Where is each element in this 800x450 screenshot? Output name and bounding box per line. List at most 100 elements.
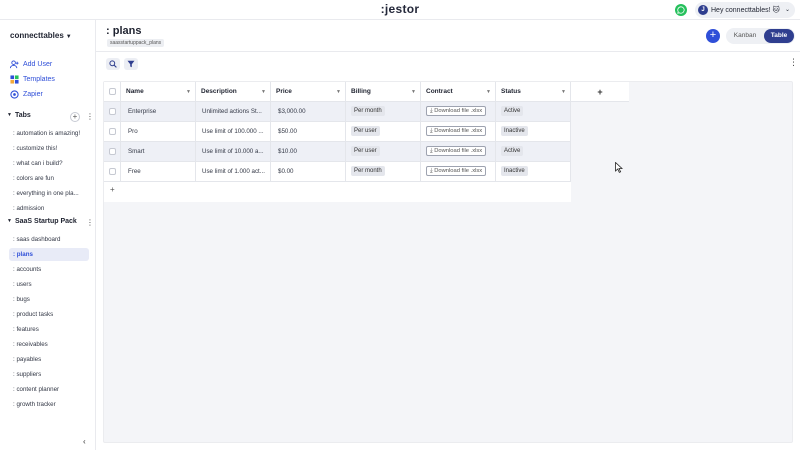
- cell-name[interactable]: Smart: [121, 142, 196, 162]
- column-header-contract[interactable]: Contract ▼: [421, 82, 496, 102]
- cell-billing[interactable]: Per month: [346, 102, 421, 122]
- column-header-price[interactable]: Price ▼: [271, 82, 346, 102]
- cell-name[interactable]: Pro: [121, 122, 196, 142]
- cell-billing[interactable]: Per user: [346, 122, 421, 142]
- table-area: Name ▼ Description ▼ Price ▼ Billing ▼ Contr…: [103, 81, 793, 443]
- sidebar-item-saas-dashboard[interactable]: : saas dashboard: [9, 233, 89, 246]
- chevron-down-icon[interactable]: ▼: [261, 82, 266, 102]
- filter-button[interactable]: [124, 58, 138, 70]
- chevron-down-icon[interactable]: ▼: [186, 82, 191, 102]
- view-toggle: Kanban Table: [726, 28, 795, 44]
- row-select-cell: [104, 122, 121, 142]
- table-row[interactable]: Free Use limit of 1.000 act... $0.00 Per…: [104, 162, 571, 182]
- sidebar-item-admission[interactable]: : admission: [9, 202, 89, 215]
- sidebar-item-what-can-i-build[interactable]: : what can i build?: [9, 157, 89, 170]
- breadcrumb: saasstartuppack_plans: [107, 39, 165, 47]
- page-title: : plans: [106, 25, 142, 37]
- whatsapp-icon[interactable]: [675, 4, 687, 16]
- cell-billing[interactable]: Per user: [346, 142, 421, 162]
- chevron-down-icon[interactable]: ▼: [336, 82, 341, 102]
- sidebar-item-payables[interactable]: : payables: [9, 353, 89, 366]
- sidebar-item-accounts[interactable]: : accounts: [9, 263, 89, 276]
- tabs-section-header[interactable]: ▼ Tabs: [7, 112, 31, 122]
- search-icon: [109, 60, 117, 68]
- cell-billing[interactable]: Per month: [346, 162, 421, 182]
- sidebar-item-users[interactable]: : users: [9, 278, 89, 291]
- chevron-down-icon[interactable]: ▼: [486, 82, 491, 102]
- cell-status[interactable]: Inactive: [496, 122, 571, 142]
- table-row[interactable]: Pro Use limit of 100.000 ... $50.00 Per …: [104, 122, 571, 142]
- billing-tag: Per month: [351, 106, 385, 117]
- sidebar-item-automation[interactable]: : automation is amazing!: [9, 127, 89, 140]
- download-file-button[interactable]: ⤓ Download file .xlsx: [426, 126, 487, 137]
- collapse-sidebar-icon[interactable]: ‹: [83, 437, 86, 446]
- table-view-button[interactable]: Table: [764, 29, 794, 43]
- column-header-status[interactable]: Status ▼: [496, 82, 571, 102]
- row-checkbox[interactable]: [109, 168, 116, 175]
- cell-description[interactable]: Unlimited actions St...: [196, 102, 271, 122]
- download-file-button[interactable]: ⤓ Download file .xlsx: [426, 166, 487, 177]
- sidebar-item-receivables[interactable]: : receivables: [9, 338, 89, 351]
- cell-description[interactable]: Use limit of 1.000 act...: [196, 162, 271, 182]
- pack-section-header[interactable]: ▼ SaaS Startup Pack: [7, 218, 77, 228]
- sidebar-item-product-tasks[interactable]: : product tasks: [9, 308, 89, 321]
- zapier-link[interactable]: Zapier: [10, 90, 43, 101]
- user-menu[interactable]: J Hey connecttables! 🐱 ⌄: [695, 2, 795, 18]
- add-tab-button[interactable]: +: [70, 112, 80, 122]
- cell-status[interactable]: Active: [496, 102, 571, 122]
- caret-down-icon: ▼: [7, 218, 12, 225]
- add-column-button[interactable]: +: [571, 82, 629, 102]
- cell-price[interactable]: $3,000.00: [271, 102, 346, 122]
- table-row[interactable]: Smart Use limit of 10.000 a... $10.00 Pe…: [104, 142, 571, 162]
- column-header-name[interactable]: Name ▼: [121, 82, 196, 102]
- sidebar: connecttables ▼ Add User Templates Zapier…: [0, 20, 96, 450]
- zapier-icon: [10, 90, 19, 99]
- sidebar-item-plans[interactable]: : plans: [9, 248, 89, 261]
- row-checkbox[interactable]: [109, 148, 116, 155]
- workspace-selector[interactable]: connecttables ▼: [10, 31, 72, 40]
- add-user-link[interactable]: Add User: [10, 60, 52, 71]
- billing-tag: Per month: [351, 166, 385, 177]
- sidebar-item-suppliers[interactable]: : suppliers: [9, 368, 89, 381]
- sidebar-item-everything[interactable]: : everything in one pla...: [9, 187, 89, 200]
- more-options-icon[interactable]: ⋮: [86, 218, 94, 228]
- sidebar-item-content-planner[interactable]: : content planner: [9, 383, 89, 396]
- add-record-button[interactable]: +: [706, 29, 720, 43]
- cell-contract: ⤓ Download file .xlsx: [421, 142, 496, 162]
- row-checkbox[interactable]: [109, 108, 116, 115]
- sidebar-item-customize[interactable]: : customize this!: [9, 142, 89, 155]
- cell-price[interactable]: $0.00: [271, 162, 346, 182]
- cell-name[interactable]: Enterprise: [121, 102, 196, 122]
- filter-icon: [127, 60, 135, 68]
- sidebar-item-growth-tracker[interactable]: : growth tracker: [9, 398, 89, 411]
- download-file-button[interactable]: ⤓ Download file .xlsx: [426, 146, 487, 157]
- sidebar-item-bugs[interactable]: : bugs: [9, 293, 89, 306]
- search-button[interactable]: [106, 58, 120, 70]
- cell-status[interactable]: Inactive: [496, 162, 571, 182]
- cell-price[interactable]: $50.00: [271, 122, 346, 142]
- cell-description[interactable]: Use limit of 10.000 a...: [196, 142, 271, 162]
- cell-price[interactable]: $10.00: [271, 142, 346, 162]
- select-all-cell: [104, 82, 121, 102]
- column-header-description[interactable]: Description ▼: [196, 82, 271, 102]
- chevron-down-icon: ⌄: [785, 7, 791, 13]
- download-file-button[interactable]: ⤓ Download file .xlsx: [426, 106, 487, 117]
- cell-description[interactable]: Use limit of 100.000 ...: [196, 122, 271, 142]
- add-row-button[interactable]: +: [110, 185, 115, 194]
- more-options-icon[interactable]: ⋮: [86, 112, 94, 122]
- row-checkbox[interactable]: [109, 128, 116, 135]
- cell-status[interactable]: Active: [496, 142, 571, 162]
- sidebar-item-colors[interactable]: : colors are fun: [9, 172, 89, 185]
- more-options-icon[interactable]: ⋮: [789, 57, 798, 68]
- templates-link[interactable]: Templates: [10, 75, 55, 86]
- kanban-view-button[interactable]: Kanban: [729, 28, 761, 44]
- sidebar-item-features[interactable]: : features: [9, 323, 89, 336]
- chevron-down-icon[interactable]: ▼: [561, 82, 566, 102]
- select-all-checkbox[interactable]: [109, 88, 116, 95]
- column-header-billing[interactable]: Billing ▼: [346, 82, 421, 102]
- cell-name[interactable]: Free: [121, 162, 196, 182]
- add-row[interactable]: +: [104, 182, 571, 202]
- chevron-down-icon[interactable]: ▼: [411, 82, 416, 102]
- table-row[interactable]: Enterprise Unlimited actions St... $3,00…: [104, 102, 571, 122]
- row-select-cell: [104, 142, 121, 162]
